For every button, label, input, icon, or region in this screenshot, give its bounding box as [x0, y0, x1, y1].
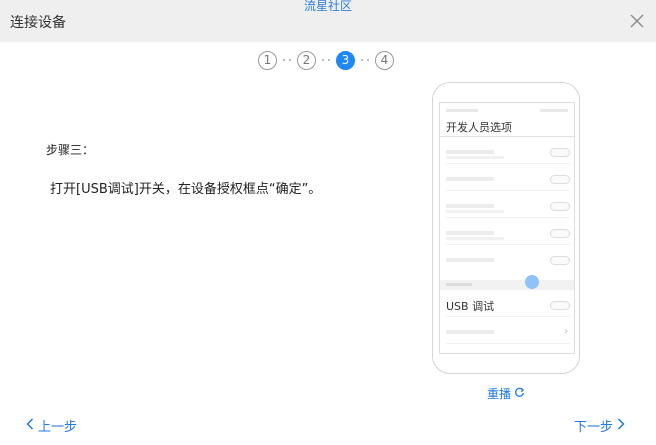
- step-connector: [277, 59, 297, 61]
- settings-row: [440, 191, 574, 218]
- chevron-right-icon: [617, 417, 625, 434]
- settings-row: [440, 218, 574, 245]
- next-step-button[interactable]: 下一步: [574, 416, 625, 435]
- previous-step-button[interactable]: 上一步: [26, 416, 77, 435]
- step-indicator: 1 2 3 4: [258, 50, 394, 70]
- replay-button[interactable]: 重播: [487, 385, 525, 402]
- chevron-left-icon: [26, 417, 34, 434]
- usb-debugging-label: USB 调试: [446, 300, 495, 313]
- usb-debugging-toggle: [550, 301, 570, 310]
- toggle-switch: [550, 229, 570, 238]
- close-icon[interactable]: [626, 10, 648, 32]
- step-2: 2: [297, 50, 316, 70]
- section-header: [440, 280, 574, 290]
- step-connector: [316, 59, 336, 61]
- settings-row: [440, 137, 574, 164]
- title-bar: 连接设备 流星社区: [0, 0, 656, 42]
- instruction-text: 打开[USB调试]开关，在设备授权框点“确定”。: [50, 182, 322, 197]
- settings-row: [440, 245, 574, 272]
- next-step-label: 下一步: [574, 420, 614, 435]
- settings-row: [440, 164, 574, 191]
- toggle-switch: [550, 175, 570, 184]
- toggle-switch: [550, 148, 570, 157]
- touch-indicator: [525, 275, 539, 289]
- settings-row: [440, 344, 574, 353]
- window-title: 连接设备: [10, 15, 66, 31]
- toggle-switch: [550, 256, 570, 265]
- brand-label: 流星社区: [303, 0, 352, 13]
- refresh-icon: [514, 387, 525, 401]
- chevron-right-icon: ›: [564, 326, 568, 337]
- phone-screen: 开发人员选项 USB 调试 ›: [439, 102, 575, 354]
- step-3-active: 3: [336, 50, 355, 70]
- step-connector: [355, 59, 375, 61]
- step-label: 步骤三：: [46, 143, 95, 157]
- developer-options-title: 开发人员选项: [446, 121, 512, 134]
- settings-row: ›: [440, 317, 574, 344]
- step-4: 4: [375, 50, 394, 70]
- phone-illustration: 开发人员选项 USB 调试 ›: [432, 82, 580, 374]
- usb-debugging-row: USB 调试: [440, 290, 574, 317]
- step-1: 1: [258, 50, 277, 70]
- previous-step-label: 上一步: [38, 420, 78, 435]
- toggle-switch: [550, 202, 570, 211]
- replay-label: 重播: [487, 387, 512, 401]
